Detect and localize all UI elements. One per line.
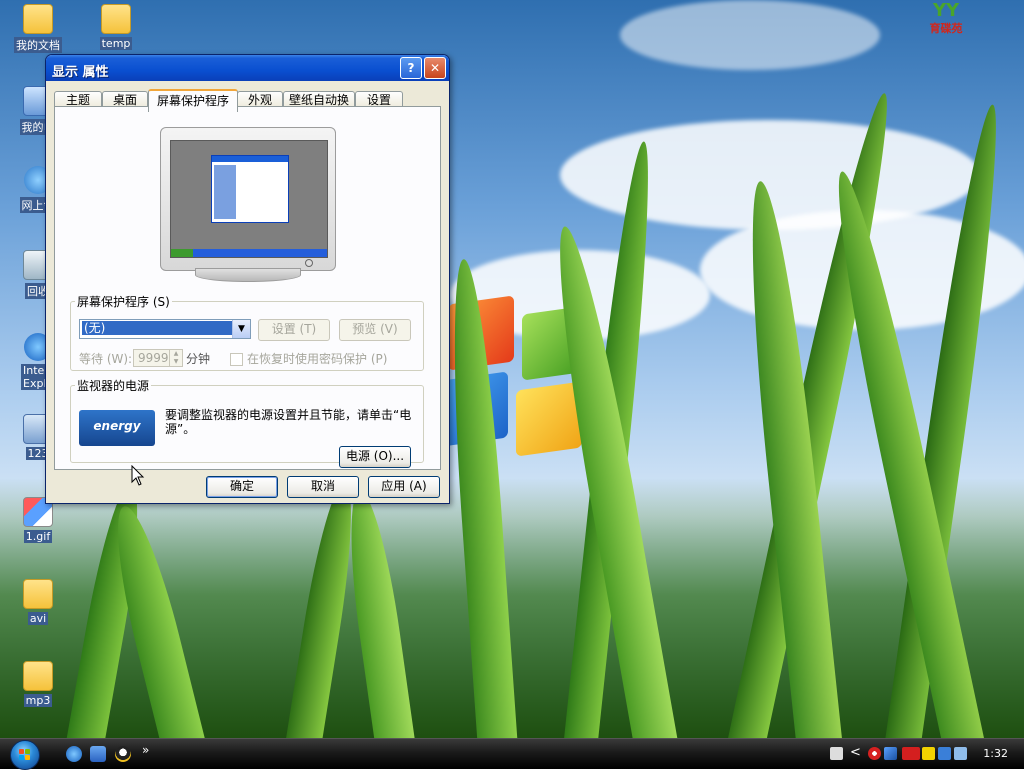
taskbar: » < 1:32 xyxy=(0,738,1024,770)
preview-screen xyxy=(170,140,328,258)
folder-icon xyxy=(101,4,131,34)
screensaver-select[interactable]: (无) ▼ xyxy=(79,319,251,339)
chevron-down-icon[interactable]: ▼ xyxy=(232,320,250,338)
cloud xyxy=(620,0,880,70)
help-button[interactable]: ? xyxy=(400,57,422,79)
network-icon[interactable] xyxy=(884,747,897,760)
volume-icon[interactable] xyxy=(954,747,967,760)
internet-explorer-icon[interactable] xyxy=(66,746,82,762)
wait-value: 9999 xyxy=(138,351,169,365)
stepper-arrows-icon[interactable]: ▲ ▼ xyxy=(169,350,182,366)
monitor-power-group-label: 监视器的电源 xyxy=(77,379,150,393)
folder-icon xyxy=(23,661,53,691)
monitor-preview xyxy=(160,127,336,271)
qq-icon[interactable] xyxy=(115,746,131,762)
password-protect-label: 在恢复时使用密码保护 (P) xyxy=(247,352,388,366)
power-description: 要调整监视器的电源设置并且节能，请单击“电源”。 xyxy=(165,408,412,436)
cancel-button[interactable]: 取消 xyxy=(287,476,359,498)
screensaver-selected-value: (无) xyxy=(82,321,232,335)
desktop-icon-mp3[interactable]: mp3 xyxy=(8,661,68,707)
wait-label: 等待 (W): xyxy=(79,352,133,366)
power-button[interactable]: 电源 (O)... xyxy=(339,446,411,468)
system-tray: < 1:32 xyxy=(824,739,1024,769)
desktop-icon-label: 我的文档 xyxy=(14,37,62,53)
start-button[interactable] xyxy=(10,740,40,770)
desktop-icon-label: avi xyxy=(27,612,49,625)
quick-launch-chevron[interactable]: » xyxy=(142,743,149,757)
keyboard-icon[interactable] xyxy=(830,747,843,760)
dialog-title: 显示 属性 xyxy=(52,65,109,80)
brand-logo-mark: YY xyxy=(932,0,960,21)
ok-button[interactable]: 确定 xyxy=(206,476,278,498)
tray-expand-chevron[interactable]: < xyxy=(850,745,861,760)
brand-logo-text: 育碟苑 xyxy=(929,22,963,35)
monitor-power-led xyxy=(305,259,313,267)
security-icon[interactable] xyxy=(868,747,881,760)
screensaver-group: 屏幕保护程序 (S) (无) ▼ 设置 (T) 预览 (V) 等待 (W): 9… xyxy=(70,293,424,371)
screensaver-group-label: 屏幕保护程序 (S) xyxy=(77,295,170,309)
clock[interactable]: 1:32 xyxy=(983,747,1008,760)
show-desktop-icon[interactable] xyxy=(90,746,106,762)
apply-button[interactable]: 应用 (A) xyxy=(368,476,440,498)
folder-icon xyxy=(23,4,53,34)
screensaver-panel: 屏幕保护程序 (S) (无) ▼ 设置 (T) 预览 (V) 等待 (W): 9… xyxy=(54,106,441,470)
minutes-label: 分钟 xyxy=(186,352,211,366)
font-icon[interactable] xyxy=(938,747,951,760)
tab-screensaver[interactable]: 屏幕保护程序 xyxy=(148,89,238,112)
brand-logo: YY 育碟苑 xyxy=(918,0,974,36)
password-protect-checkbox[interactable] xyxy=(230,353,243,366)
desktop-icon-label: mp3 xyxy=(23,694,53,707)
preview-taskbar xyxy=(171,249,327,257)
desktop-icon-my-documents[interactable]: 我的文档 xyxy=(8,4,68,53)
settings-button[interactable]: 设置 (T) xyxy=(258,319,330,341)
ati-icon[interactable] xyxy=(902,747,920,760)
display-properties-dialog: 显示 属性 ? ✕ 主题 桌面 屏幕保护程序 外观 壁纸自动换 设置 屏幕保护程… xyxy=(45,54,450,504)
wait-minutes-stepper[interactable]: 9999 ▲ ▼ xyxy=(133,349,183,367)
preview-button[interactable]: 预览 (V) xyxy=(339,319,411,341)
monitor-power-group: 监视器的电源 energy 要调整监视器的电源设置并且节能，请单击“电源”。 电… xyxy=(70,377,424,468)
preview-window xyxy=(211,155,289,223)
dialog-titlebar[interactable]: 显示 属性 ? ✕ xyxy=(46,55,449,81)
close-button[interactable]: ✕ xyxy=(424,57,446,79)
folder-icon xyxy=(23,579,53,609)
windows-logo-icon xyxy=(19,749,31,761)
monitor-stand xyxy=(195,268,301,282)
desktop-icon-label: 1.gif xyxy=(23,530,53,543)
desktop-icon-temp[interactable]: temp xyxy=(86,4,146,50)
warning-icon[interactable] xyxy=(922,747,935,760)
energy-star-logo: energy xyxy=(79,410,155,446)
desktop-icon-avi[interactable]: avi xyxy=(8,579,68,625)
desktop-icon-label: temp xyxy=(99,37,133,50)
mouse-cursor-icon xyxy=(131,465,145,486)
